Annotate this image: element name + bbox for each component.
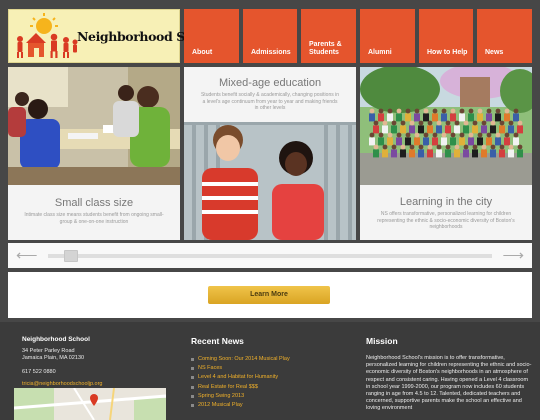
news-link[interactable]: Real Estate for Real $$$ [191, 383, 290, 392]
news-link[interactable]: Spring Swing 2013 [191, 392, 290, 401]
mission-heading: Mission [366, 336, 398, 346]
nav-admissions[interactable]: Admissions [243, 9, 297, 63]
map-image [14, 388, 166, 420]
school-group-photo [360, 67, 532, 185]
feature-learning-in-the-city[interactable]: Learning in the city NS offers transform… [360, 67, 532, 240]
nav-news[interactable]: News [477, 9, 532, 63]
address-line-2: Jamaica Plain, MA 02130 [22, 355, 85, 361]
feature-description: Intimate class size means students benef… [24, 212, 164, 225]
nav-alumni[interactable]: Alumni [360, 9, 415, 63]
address-line-1: 34 Peter Parley Road [22, 348, 75, 354]
recent-news-heading: Recent News [191, 336, 244, 346]
nav-label: Alumni [368, 49, 392, 56]
mission-text: Neighborhood School's mission is to offe… [366, 355, 532, 412]
feature-small-class-size[interactable]: Small class size Intimate class size mea… [8, 67, 180, 240]
news-link[interactable]: Level 4 and Habitat for Humanity [191, 373, 290, 382]
feature-description: NS offers transformative, personalized l… [377, 211, 515, 230]
recent-news: Recent News Coming Soon: Our 2014 Musica… [191, 336, 290, 410]
nav-parents-students[interactable]: Parents & Students [301, 9, 356, 63]
news-link[interactable]: NS Faces [191, 364, 290, 373]
email-link[interactable]: tricia@neighborhoodschooljp.org [22, 381, 103, 387]
news-link[interactable]: 2012 Musical Play [191, 401, 290, 410]
mission: Mission Neighborhood School's mission is… [366, 336, 532, 413]
arrow-right-icon[interactable]: ⟶ [502, 247, 524, 264]
contact-info: Neighborhood School 34 Peter Parley Road… [22, 336, 103, 387]
nav-label: Admissions [251, 49, 291, 56]
nav-how-to-help[interactable]: How to Help [419, 9, 473, 63]
learn-more-button[interactable]: Learn More [208, 286, 330, 304]
nav-label: How to Help [427, 49, 468, 56]
nav-label: Parents & Students [309, 41, 342, 56]
arrow-left-icon[interactable]: ⟵ [16, 247, 38, 264]
footer: Neighborhood School 34 Peter Parley Road… [0, 322, 540, 420]
learn-more-section: Learn More [8, 272, 532, 318]
news-link[interactable]: Coming Soon: Our 2014 Musical Play [191, 355, 290, 364]
nav-label: News [485, 49, 504, 56]
feature-title: Learning in the city [399, 196, 493, 208]
location-map[interactable] [14, 388, 166, 420]
phone-number: 617 522 0880 [22, 369, 56, 375]
children-reading-photo [184, 122, 356, 240]
nav-about[interactable]: About [184, 9, 239, 63]
slider-track[interactable] [48, 254, 492, 258]
school-logo[interactable]: Neighborhood School [8, 9, 221, 63]
contact-title: Neighborhood School [22, 336, 90, 343]
feature-title: Mixed-age education [218, 77, 322, 89]
image-slider[interactable]: ⟵ ⟶ [8, 243, 532, 268]
feature-description: Students benefit socially & academically… [200, 92, 340, 111]
feature-title: Small class size [54, 197, 134, 209]
slider-thumb[interactable] [64, 250, 78, 262]
classroom-photo [8, 67, 180, 185]
logo-children-icon [17, 13, 78, 58]
nav-label: About [192, 49, 213, 56]
feature-mixed-age-education[interactable]: Mixed-age education Students benefit soc… [184, 67, 356, 240]
